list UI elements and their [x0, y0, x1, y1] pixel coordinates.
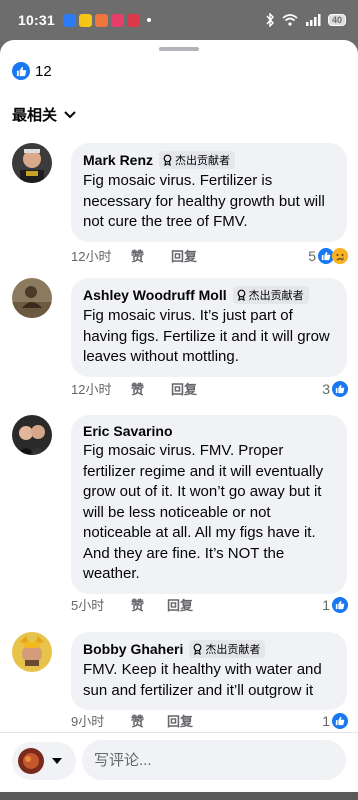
app-notification-icon — [126, 13, 140, 27]
comment-text: Fig mosaic virus. It’s just part of havi… — [83, 307, 330, 365]
reactions-count: 12 — [35, 62, 52, 80]
like-button[interactable]: 赞 — [131, 711, 167, 730]
reply-button[interactable]: 回复 — [167, 595, 193, 614]
drag-handle[interactable] — [159, 47, 199, 51]
comment-item: Ashley Woodruff Moll 杰出贡献者 Fig mosaic vi… — [12, 278, 348, 398]
caret-down-icon — [52, 758, 62, 764]
sort-label: 最相关 — [12, 107, 58, 124]
comment-text: FMV. Keep it healthy with water and sun … — [83, 661, 322, 699]
badge-label: 杰出贡献者 — [175, 155, 231, 167]
app-notification-icon — [78, 13, 92, 27]
app-notification-icon — [94, 13, 108, 27]
like-button[interactable]: 赞 — [131, 379, 171, 398]
comment-bubble[interactable]: Ashley Woodruff Moll 杰出贡献者 Fig mosaic vi… — [71, 278, 347, 377]
comment-item: Eric Savarino Fig mosaic virus. FMV. Pro… — [12, 415, 348, 615]
comment-actions: 5小时 赞 回复 1 — [71, 595, 348, 614]
comments-sheet: 12 最相关 Mark Renz 杰出贡献者 Fig mosaic virus.… — [0, 40, 358, 800]
avatar[interactable] — [12, 143, 52, 183]
comment-time[interactable]: 9小时 — [71, 711, 131, 730]
comment-author[interactable]: Eric Savarino — [83, 423, 173, 439]
wifi-icon — [282, 14, 298, 26]
status-time: 10:31 — [18, 12, 55, 28]
top-contributor-badge: 杰出贡献者 — [232, 286, 309, 304]
comment-item: Mark Renz 杰出贡献者 Fig mosaic virus. Fertil… — [12, 143, 348, 265]
sort-dropdown[interactable]: 最相关 — [12, 104, 77, 125]
badge-label: 杰出贡献者 — [248, 290, 304, 302]
profile-switcher[interactable] — [12, 742, 76, 780]
comment-text: Fig mosaic virus. Fertilizer is necessar… — [83, 172, 325, 230]
comment-reactions[interactable]: 1 — [322, 596, 348, 613]
award-icon — [193, 643, 202, 655]
comment-reaction-count: 1 — [322, 596, 330, 613]
signal-icon — [305, 14, 321, 26]
reply-button[interactable]: 回复 — [171, 379, 197, 398]
like-reaction-icon — [332, 380, 348, 397]
like-reaction-icon — [332, 596, 348, 613]
comment-reactions[interactable]: 5 — [308, 247, 348, 264]
comment-time[interactable]: 12小时 — [71, 379, 131, 398]
comment-author[interactable]: Ashley Woodruff Moll — [83, 287, 227, 303]
app-notification-icon — [62, 13, 76, 27]
comment-actions: 12小时 赞 回复 5 — [71, 246, 348, 265]
comment-reaction-count: 5 — [308, 247, 316, 264]
badge-label: 杰出贡献者 — [205, 644, 261, 656]
comment-time[interactable]: 5小时 — [71, 595, 131, 614]
avatar[interactable] — [12, 415, 52, 455]
comment-reactions[interactable]: 3 — [322, 380, 348, 397]
avatar[interactable] — [12, 278, 52, 318]
bottom-strip — [0, 792, 358, 800]
comment-actions: 9小时 赞 回复 1 — [71, 711, 348, 730]
comment-input[interactable] — [82, 740, 346, 780]
app-notification-icon — [110, 13, 124, 27]
like-reaction-icon — [332, 712, 348, 729]
sad-reaction-icon — [332, 247, 348, 264]
award-icon — [163, 154, 172, 166]
like-button[interactable]: 赞 — [131, 595, 167, 614]
chevron-down-icon — [64, 110, 76, 118]
comment-time[interactable]: 12小时 — [71, 246, 131, 265]
top-contributor-badge: 杰出贡献者 — [159, 151, 236, 169]
comment-text: Fig mosaic virus. FMV. Proper fertilizer… — [83, 442, 324, 582]
comment-reaction-count: 3 — [322, 380, 330, 397]
comment-actions: 12小时 赞 回复 3 — [71, 379, 348, 398]
status-bar: 10:31 40 — [0, 0, 358, 40]
comment-bubble[interactable]: Mark Renz 杰出贡献者 Fig mosaic virus. Fertil… — [71, 143, 347, 242]
reply-button[interactable]: 回复 — [171, 246, 197, 265]
like-button[interactable]: 赞 — [131, 246, 171, 265]
comment-reactions[interactable]: 1 — [322, 712, 348, 729]
comment-item: Bobby Ghaheri 杰出贡献者 FMV. Keep it healthy… — [12, 632, 348, 732]
bluetooth-icon — [266, 13, 274, 27]
comment-reaction-count: 1 — [322, 712, 330, 729]
reply-button[interactable]: 回复 — [167, 711, 193, 730]
comment-author[interactable]: Mark Renz — [83, 152, 153, 168]
comment-bubble[interactable]: Bobby Ghaheri 杰出贡献者 FMV. Keep it healthy… — [71, 632, 347, 710]
battery-icon: 40 — [327, 14, 346, 26]
avatar — [18, 748, 44, 774]
comment-composer — [0, 732, 358, 792]
award-icon — [237, 289, 246, 301]
comment-author[interactable]: Bobby Ghaheri — [83, 641, 183, 657]
avatar[interactable] — [12, 632, 52, 672]
comment-bubble[interactable]: Eric Savarino Fig mosaic virus. FMV. Pro… — [71, 415, 347, 594]
reactions-summary[interactable]: 12 — [12, 62, 52, 80]
more-notifications-dot — [146, 18, 151, 22]
top-contributor-badge: 杰出贡献者 — [189, 640, 266, 658]
notification-icons — [62, 13, 151, 27]
like-reaction-icon — [12, 62, 30, 80]
